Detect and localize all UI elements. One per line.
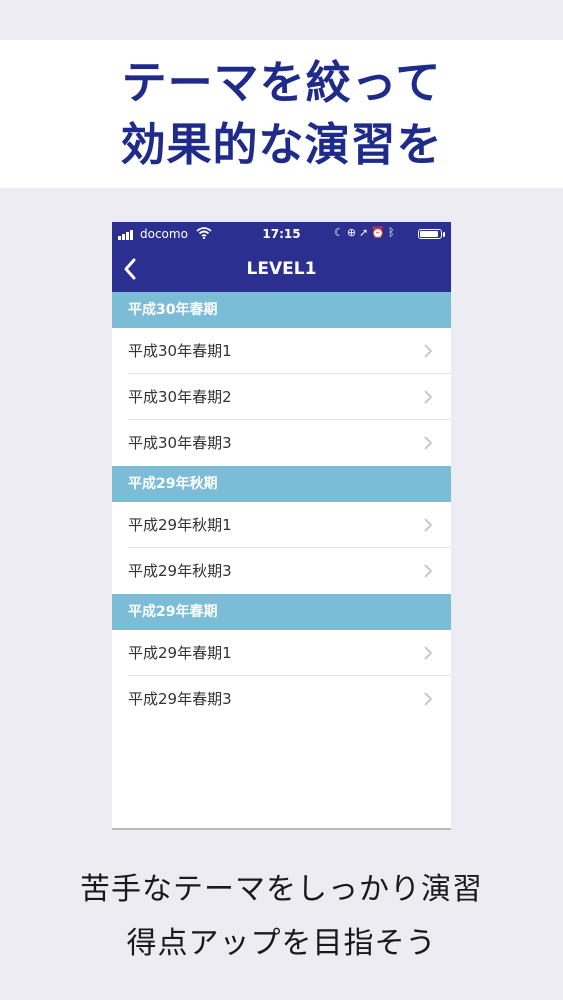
- navigation-bar: LEVEL1: [112, 246, 451, 292]
- list-item[interactable]: 平成29年春期1: [112, 630, 451, 676]
- status-bar: docomo 17:15 ☾⊕➚⏰ᛒ: [112, 222, 451, 246]
- section-header: 平成30年春期: [112, 292, 451, 328]
- battery-cap: [443, 232, 445, 237]
- list-item-label: 平成30年春期2: [128, 388, 232, 406]
- chevron-right-icon: [424, 344, 432, 358]
- list-item-label: 平成30年春期1: [128, 342, 232, 360]
- footer-line-1: 苦手なテーマをしっかり演習: [80, 872, 483, 907]
- list-item-label: 平成29年春期3: [128, 690, 232, 708]
- list-item[interactable]: 平成30年春期1: [112, 328, 451, 374]
- list-item-label: 平成29年春期1: [128, 644, 232, 662]
- list-item[interactable]: 平成29年春期3: [112, 676, 451, 722]
- list-item[interactable]: 平成29年秋期3: [112, 548, 451, 594]
- list-item-label: 平成29年秋期1: [128, 516, 232, 534]
- chevron-right-icon: [424, 564, 432, 578]
- status-time: 17:15: [262, 227, 301, 241]
- chevron-right-icon: [424, 646, 432, 660]
- moon-icon: ☾: [334, 226, 347, 239]
- footer-line-2: 得点アップを目指そう: [126, 926, 437, 961]
- status-icons: ☾⊕➚⏰ᛒ: [334, 226, 398, 240]
- section-header: 平成29年秋期: [112, 466, 451, 502]
- headline-line-1: テーマを絞って: [121, 56, 442, 109]
- list-item[interactable]: 平成30年春期2: [112, 374, 451, 420]
- chevron-right-icon: [424, 390, 432, 404]
- battery-level: [420, 231, 438, 237]
- lock-rotation-icon: ⊕: [346, 226, 360, 239]
- battery-icon: [418, 229, 442, 239]
- chevron-right-icon: [424, 692, 432, 706]
- exam-list: 平成30年春期 平成30年春期1 平成30年春期2 平成30年春期3 平成29年秋期 平成…: [112, 292, 451, 722]
- bluetooth-icon: ᛒ: [388, 226, 398, 239]
- list-item[interactable]: 平成30年春期3: [112, 420, 451, 466]
- headline-banner: テーマを絞って 効果的な演習を: [0, 40, 563, 188]
- chevron-right-icon: [424, 518, 432, 532]
- list-item-label: 平成29年秋期3: [128, 562, 232, 580]
- list-item-label: 平成30年春期3: [128, 434, 232, 452]
- section-header: 平成29年春期: [112, 594, 451, 630]
- alarm-icon: ⏰: [371, 226, 389, 239]
- headline-line-2: 効果的な演習を: [120, 118, 443, 171]
- phone-screen: docomo 17:15 ☾⊕➚⏰ᛒ LEVEL1 平成30年春期平成30年春期…: [112, 222, 451, 830]
- location-icon: ➚: [359, 226, 372, 239]
- list-item[interactable]: 平成29年秋期1: [112, 502, 451, 548]
- chevron-right-icon: [424, 436, 432, 450]
- nav-title: LEVEL1: [246, 259, 317, 279]
